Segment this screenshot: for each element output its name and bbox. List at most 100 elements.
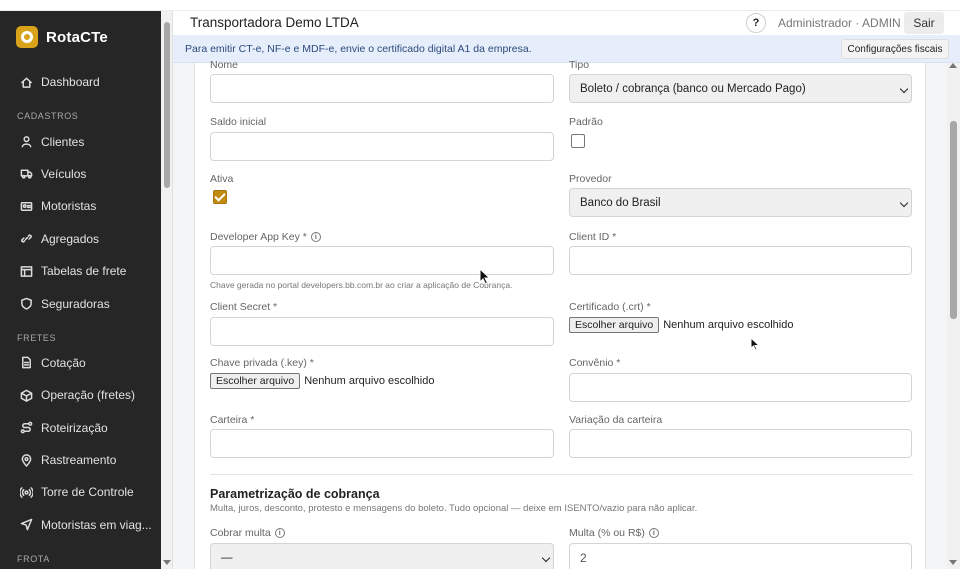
sidebar-scroll-thumb[interactable] bbox=[164, 22, 170, 188]
sidebar-item-9[interactable]: Cotação bbox=[0, 347, 161, 379]
broadcast-icon bbox=[20, 486, 33, 499]
section-divider bbox=[210, 474, 913, 475]
mouse-cursor-icon bbox=[479, 268, 491, 285]
sidebar-section-frota: FROTA bbox=[17, 554, 50, 565]
cobrar-multa-label-text: Cobrar multa bbox=[210, 527, 271, 539]
choose-file-button[interactable]: Escolher arquivo bbox=[569, 317, 660, 333]
convenio-input[interactable] bbox=[569, 373, 912, 402]
cobrar-multa-value: — bbox=[221, 551, 233, 564]
padrao-checkbox[interactable] bbox=[571, 134, 585, 148]
sidebar-item-11[interactable]: Roteirização bbox=[0, 412, 161, 444]
sidebar-item-2[interactable]: Clientes bbox=[0, 125, 161, 157]
logout-button[interactable]: Sair bbox=[904, 12, 944, 34]
fiscal-settings-button[interactable]: Configurações fiscais bbox=[841, 39, 949, 59]
truck-icon bbox=[20, 167, 33, 180]
provedor-label: Provedor bbox=[569, 173, 612, 185]
sidebar-item-label: Seguradoras bbox=[41, 296, 110, 311]
private-key-file-input[interactable]: Escolher arquivo Nenhum arquivo escolhid… bbox=[210, 373, 434, 389]
developer-key-label-text: Developer App Key * bbox=[210, 231, 307, 243]
document-icon bbox=[20, 356, 33, 369]
client-secret-input[interactable] bbox=[210, 317, 554, 346]
sidebar-item-12[interactable]: Rastreamento bbox=[0, 444, 161, 476]
brand-name: RotaCTe bbox=[46, 28, 108, 46]
client-id-label: Client ID * bbox=[569, 231, 617, 243]
provedor-value: Banco do Brasil bbox=[580, 196, 661, 209]
sidebar-scrollbar[interactable] bbox=[161, 0, 173, 569]
brand-logo-icon bbox=[16, 26, 38, 48]
file-status: Nenhum arquivo escolhido bbox=[663, 319, 794, 331]
multa-label-text: Multa (% ou R$) bbox=[569, 527, 645, 539]
header: Transportadora Demo LTDA ? Administrador… bbox=[173, 11, 960, 35]
main-scroll-thumb[interactable] bbox=[950, 121, 957, 319]
nome-label: Nome bbox=[210, 59, 239, 71]
navigation-icon bbox=[20, 518, 33, 531]
sidebar-nav: Dashboard CADASTROS Clientes Veículos Motori… bbox=[0, 66, 161, 568]
provedor-select[interactable]: Banco do Brasil bbox=[569, 188, 912, 217]
sidebar-section-fretes: FRETES bbox=[17, 332, 57, 343]
user-icon bbox=[20, 135, 33, 148]
brand[interactable]: RotaCTe bbox=[16, 25, 108, 49]
sidebar-item-label: Veículos bbox=[41, 166, 87, 181]
tipo-select[interactable]: Boleto / cobrança (banco ou Mercado Pago… bbox=[569, 74, 912, 103]
sidebar-item-label: Motoristas bbox=[41, 199, 97, 214]
certificate-file-input[interactable]: Escolher arquivo Nenhum arquivo escolhid… bbox=[569, 317, 793, 333]
choose-file-button[interactable]: Escolher arquivo bbox=[210, 373, 301, 389]
sidebar-item-0[interactable]: Dashboard bbox=[0, 66, 161, 98]
link-icon bbox=[20, 232, 33, 245]
chevron-down-icon bbox=[899, 84, 909, 94]
sidebar-item-7[interactable]: Seguradoras bbox=[0, 287, 161, 319]
cobranca-description: Multa, juros, desconto, protesto e mensa… bbox=[210, 503, 698, 514]
certificate-label: Certificado (.crt) * bbox=[569, 301, 651, 313]
tipo-label: Tipo bbox=[569, 59, 590, 71]
sidebar-item-label: Cotação bbox=[41, 355, 86, 370]
banner-text: Para emitir CT-e, NF-e e MDF-e, envie o … bbox=[185, 43, 532, 55]
sidebar-item-label: Clientes bbox=[41, 134, 85, 149]
certificate-banner: Para emitir CT-e, NF-e e MDF-e, envie o … bbox=[173, 35, 960, 63]
multa-label: Multa (% ou R$) i bbox=[569, 527, 659, 539]
cobrar-multa-label: Cobrar multa i bbox=[210, 527, 285, 539]
info-icon[interactable]: i bbox=[648, 528, 659, 538]
info-icon[interactable]: i bbox=[274, 528, 285, 538]
ativa-checkbox[interactable] bbox=[213, 190, 227, 204]
multa-input[interactable]: 2 bbox=[569, 543, 912, 569]
developer-key-input[interactable] bbox=[210, 246, 554, 275]
cobranca-title: Parametrização de cobrança bbox=[210, 487, 380, 501]
main-scrollbar[interactable] bbox=[947, 63, 960, 569]
sidebar-item-label: Motoristas em viag... bbox=[41, 517, 152, 532]
saldo-label: Saldo inicial bbox=[210, 116, 267, 128]
route-icon bbox=[20, 421, 33, 434]
scroll-down-arrow-icon[interactable] bbox=[949, 560, 957, 565]
shield-icon bbox=[20, 297, 33, 310]
variacao-input[interactable] bbox=[569, 429, 912, 458]
sidebar-item-14[interactable]: Motoristas em viag... bbox=[0, 509, 161, 541]
scroll-up-arrow-icon[interactable] bbox=[949, 63, 957, 68]
file-status: Nenhum arquivo escolhido bbox=[304, 375, 435, 387]
developer-key-label: Developer App Key * i bbox=[210, 231, 321, 243]
scroll-down-arrow-icon[interactable] bbox=[163, 560, 171, 565]
sidebar-item-10[interactable]: Operação (fretes) bbox=[0, 379, 161, 411]
mouse-cursor-icon bbox=[750, 337, 761, 351]
help-button[interactable]: ? bbox=[746, 13, 766, 33]
private-key-label: Chave privada (.key) * bbox=[210, 357, 314, 369]
table-icon bbox=[20, 265, 33, 278]
sidebar-item-label: Torre de Controle bbox=[41, 485, 134, 500]
sidebar-item-label: Dashboard bbox=[41, 75, 100, 90]
home-icon bbox=[20, 76, 33, 89]
nome-input[interactable] bbox=[210, 74, 554, 103]
sidebar-item-label: Agregados bbox=[41, 231, 100, 246]
sidebar-item-6[interactable]: Tabelas de frete bbox=[0, 255, 161, 287]
sidebar-item-13[interactable]: Torre de Controle bbox=[0, 476, 161, 508]
convenio-label: Convênio * bbox=[569, 357, 621, 369]
sidebar-item-5[interactable]: Agregados bbox=[0, 223, 161, 255]
sidebar-item-4[interactable]: Motoristas bbox=[0, 190, 161, 222]
sidebar-item-3[interactable]: Veículos bbox=[0, 158, 161, 190]
info-icon[interactable]: i bbox=[310, 232, 321, 242]
saldo-input[interactable] bbox=[210, 132, 554, 161]
carteira-label: Carteira * bbox=[210, 414, 255, 426]
tipo-value: Boleto / cobrança (banco ou Mercado Pago… bbox=[580, 82, 806, 95]
carteira-input[interactable] bbox=[210, 429, 554, 458]
client-id-input[interactable] bbox=[569, 246, 912, 275]
user-info: Administrador · ADMIN bbox=[778, 16, 901, 30]
cobrar-multa-select[interactable]: — bbox=[210, 543, 554, 569]
developer-key-hint: Chave gerada no portal developers.bb.com… bbox=[210, 280, 513, 290]
